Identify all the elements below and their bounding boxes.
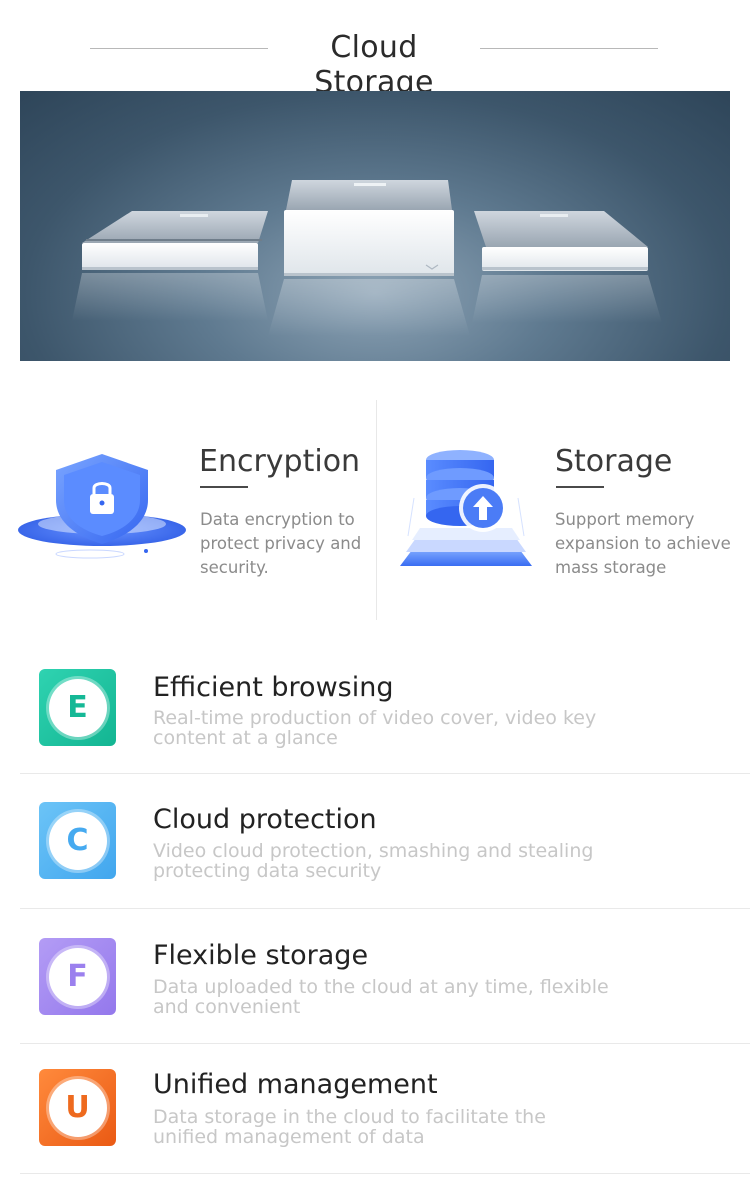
item-description: Real-time production of video cover, vid…	[153, 707, 597, 749]
right-device	[472, 211, 662, 323]
feature-underline	[200, 486, 248, 488]
feature-title-storage: Storage	[555, 444, 673, 479]
shield-lock-icon	[16, 448, 188, 573]
storage-devices-illustration	[72, 180, 662, 336]
list-separator	[20, 773, 750, 774]
feature-desc-encryption: Data encryption to protect privacy and s…	[200, 510, 362, 577]
list-separator	[20, 1173, 750, 1174]
item-title: Efficient browsing	[153, 672, 394, 703]
page-title-row: Cloud Storage	[0, 24, 750, 100]
list-separator	[20, 1043, 750, 1044]
feature-divider	[376, 400, 377, 620]
letter-f-icon: F	[39, 938, 116, 1015]
hero-image	[20, 91, 730, 361]
title-divider-left	[90, 48, 268, 49]
center-device	[268, 180, 470, 336]
list-separator	[20, 908, 750, 909]
feature-desc-storage: Support memory expansion to achieve mass…	[555, 510, 731, 577]
item-description: Data storage in the cloud to facilitate …	[153, 1106, 546, 1148]
left-device	[72, 211, 268, 321]
item-description: Video cloud protection, smashing and ste…	[153, 840, 594, 882]
item-title: Flexible storage	[153, 940, 369, 971]
title-divider-right	[480, 48, 658, 49]
letter-c-icon: C	[39, 802, 116, 879]
item-title: Unified management	[153, 1069, 438, 1100]
item-description: Data uploaded to the cloud at any time, …	[153, 976, 609, 1018]
feature-title-encryption: Encryption	[199, 444, 361, 479]
letter-e-icon: E	[39, 669, 116, 746]
feature-underline	[556, 486, 604, 488]
letter-u-icon: U	[39, 1069, 116, 1146]
database-upload-icon	[390, 440, 540, 577]
list-item-cloud-protection: C Cloud protection Video cloud protectio…	[20, 781, 750, 907]
list-item-unified-management: U Unified management Data storage in the…	[20, 1050, 750, 1172]
page-title: Cloud Storage	[314, 30, 434, 100]
item-title: Cloud protection	[153, 804, 377, 835]
list-item-flexible-storage: F Flexible storage Data uploaded to the …	[20, 917, 750, 1043]
list-item-efficient-browsing: E Efficient browsing Real-time productio…	[20, 648, 750, 772]
